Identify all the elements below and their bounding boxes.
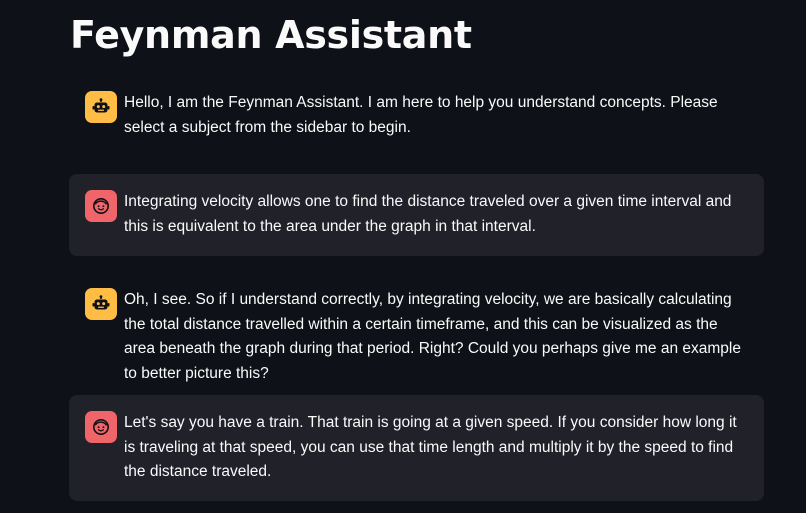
user-face-icon	[85, 411, 117, 443]
chat-message-text: Integrating velocity allows one to find …	[124, 193, 732, 235]
bot-icon	[85, 288, 117, 320]
chat-message-text: Let's say you have a train. That train i…	[124, 414, 737, 480]
page-title: Feynman Assistant	[70, 13, 472, 57]
chat-message-text: Oh, I see. So if I understand correctly,…	[124, 291, 741, 382]
chat-message-user: Integrating velocity allows one to find …	[69, 174, 764, 256]
chat-message-text: Hello, I am the Feynman Assistant. I am …	[124, 94, 718, 136]
chat-message-user: Let's say you have a train. That train i…	[69, 395, 764, 501]
chat-message-assistant: Oh, I see. So if I understand correctly,…	[69, 277, 764, 382]
chat-message-assistant: Hello, I am the Feynman Assistant. I am …	[69, 80, 764, 152]
user-face-icon	[85, 190, 117, 222]
bot-icon	[85, 91, 117, 123]
app-main: Feynman Assistant Hello, I am the Feynma…	[0, 0, 806, 513]
